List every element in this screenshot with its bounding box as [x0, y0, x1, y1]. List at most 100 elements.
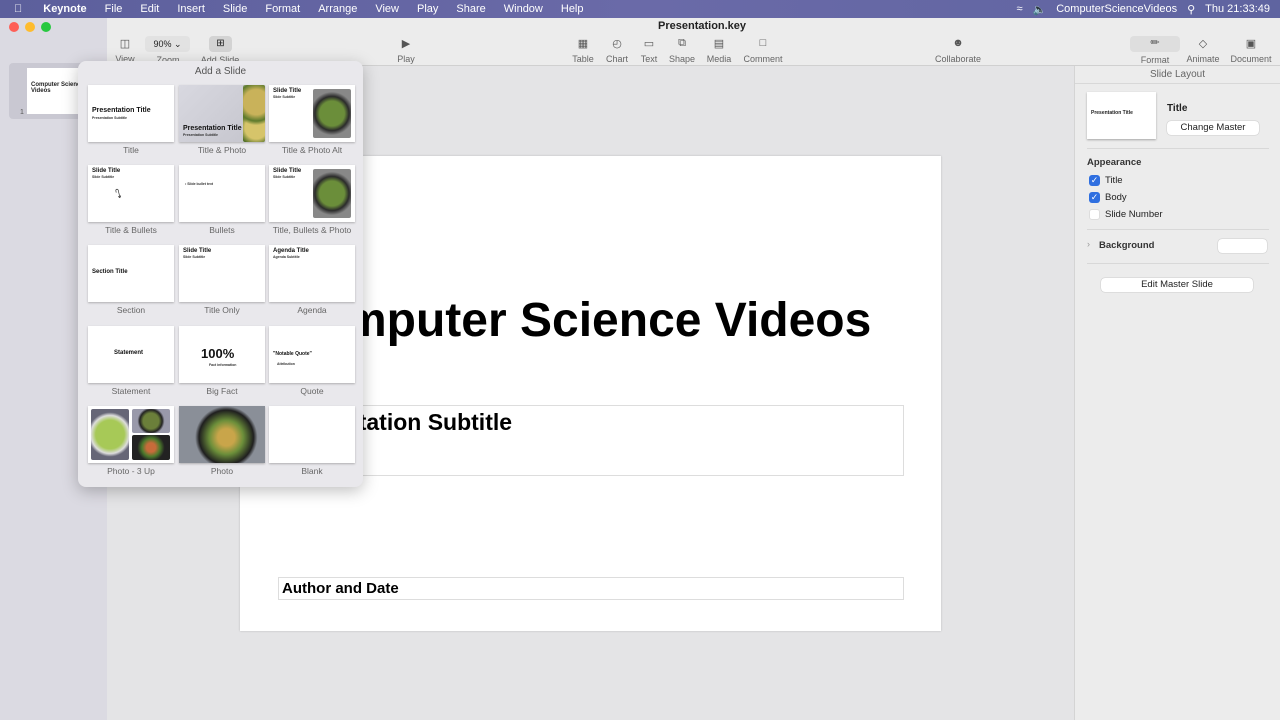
layout-photo[interactable]: Photo — [179, 406, 265, 476]
clock[interactable]: Thu 21:33:49 — [1205, 3, 1270, 15]
media-label: Media — [706, 54, 732, 64]
layout-thumbnail[interactable]: Presentation Title Presentation Subtitle — [179, 85, 265, 142]
document-label: Document — [1230, 54, 1272, 64]
menu-help[interactable]: Help — [552, 3, 593, 15]
layout-title-bullets[interactable]: Slide Title Slide Subtitle Title & Bullets — [88, 165, 174, 235]
menu-app[interactable]: Keynote — [31, 3, 95, 15]
layout-thumb-title: Presentation Title — [92, 107, 151, 114]
slide-author-date[interactable]: Author and Date — [278, 577, 904, 600]
edit-master-slide-button[interactable]: Edit Master Slide — [1101, 278, 1253, 292]
volume-icon[interactable]: 🔈 — [1033, 3, 1047, 16]
layout-label: Title & Bullets — [105, 225, 157, 235]
menu-share[interactable]: Share — [447, 3, 494, 15]
image-icon: ▤ — [713, 38, 725, 50]
divider — [1087, 229, 1269, 230]
menu-view[interactable]: View — [366, 3, 408, 15]
layout-thumbnail[interactable]: • Slide bullet text — [179, 165, 265, 222]
layout-statement[interactable]: Statement Statement — [88, 326, 174, 396]
menu-play[interactable]: Play — [408, 3, 447, 15]
collaborate-label: Collaborate — [934, 54, 982, 64]
layout-agenda[interactable]: Agenda Title Agenda Subtitle Agenda — [269, 245, 355, 315]
diamond-icon: ◇ — [1198, 38, 1208, 50]
close-button[interactable] — [9, 22, 19, 32]
layout-thumb-subtitle: Slide Subtitle — [273, 175, 296, 179]
layout-thumb-title: Slide Title — [273, 88, 302, 94]
layout-section[interactable]: Section Title Section — [88, 245, 174, 315]
document-title: Presentation.key — [658, 20, 747, 32]
layout-thumbnail[interactable]: 100% Fact information — [179, 326, 265, 383]
collaborate-button[interactable]: ☻ Collaborate — [928, 37, 988, 64]
layout-thumbnail[interactable]: Presentation Title Presentation Subtitle — [88, 85, 174, 142]
body-checkbox[interactable]: ✓ — [1089, 192, 1100, 203]
background-label[interactable]: Background — [1099, 240, 1154, 251]
menu-arrange[interactable]: Arrange — [309, 3, 366, 15]
layout-photo-3-up[interactable]: Photo - 3 Up — [88, 406, 174, 476]
layout-title-photo[interactable]: Presentation Title Presentation Subtitle T… — [179, 85, 265, 155]
layout-big-fact[interactable]: 100% Fact information Big Fact — [179, 326, 265, 396]
layout-quote[interactable]: "Notable Quote" Attribution Quote — [269, 326, 355, 396]
layout-thumbnail[interactable]: Slide Title Slide Subtitle — [179, 245, 265, 302]
layout-label: Quote — [300, 386, 324, 396]
layout-thumbnail[interactable]: Slide Title Slide Subtitle — [88, 165, 174, 222]
food-photo — [132, 435, 170, 460]
layout-title-only[interactable]: Slide Title Slide Subtitle Title Only — [179, 245, 265, 315]
search-icon[interactable]: ⚲ — [1187, 3, 1195, 16]
layout-title[interactable]: Presentation Title Presentation Subtitle T… — [88, 85, 174, 155]
food-photo — [91, 409, 129, 460]
chevron-right-icon[interactable]: › — [1087, 239, 1090, 249]
layout-title-photo-alt[interactable]: Slide Title Slide Subtitle Title & Photo A… — [269, 85, 355, 155]
background-color-well[interactable] — [1218, 239, 1267, 253]
master-thumb-title: Presentation Title — [1091, 110, 1133, 116]
change-master-button[interactable]: Change Master — [1167, 121, 1259, 135]
layout-thumbnail[interactable]: "Notable Quote" Attribution — [269, 326, 355, 383]
menu-window[interactable]: Window — [495, 3, 552, 15]
play-button[interactable]: ▶ Play — [381, 37, 431, 64]
format-button[interactable]: ✏ — [1130, 36, 1180, 52]
slide-subtitle[interactable]: Presentation Subtitle — [278, 405, 904, 476]
layout-thumb-subtitle: Slide Subtitle — [183, 255, 206, 259]
add-slide-button[interactable]: ⊞ — [209, 36, 232, 52]
collaborate-icon: ☻ — [952, 37, 964, 49]
layout-thumbnail[interactable]: Slide Title Slide Subtitle — [269, 165, 355, 222]
layout-thumbnail[interactable]: Statement — [88, 326, 174, 383]
zoom-select[interactable]: 90% ⌄ — [145, 36, 190, 52]
comment-button[interactable]: □ Comment — [738, 37, 788, 64]
layout-thumb-title: Slide Title — [183, 248, 212, 254]
layout-thumb-subtitle: Fact information — [209, 363, 237, 367]
layout-thumbnail[interactable] — [269, 406, 355, 463]
layout-bullets[interactable]: • Slide bullet text Bullets — [179, 165, 265, 235]
zoom-window-button[interactable] — [41, 22, 51, 32]
slide-title[interactable]: Computer Science Videos — [280, 296, 900, 346]
popover-title: Add a Slide — [194, 66, 247, 77]
plus-square-icon: ⊞ — [216, 38, 225, 49]
mouse-cursor: ⭛ — [115, 187, 122, 201]
menu-format[interactable]: Format — [256, 3, 309, 15]
layout-thumbnail[interactable]: Section Title — [88, 245, 174, 302]
comment-icon: □ — [759, 37, 767, 49]
layout-thumb-subtitle: Slide Subtitle — [92, 175, 115, 179]
layout-thumb-title: 100% — [201, 346, 235, 361]
media-button[interactable]: ▤ Media — [694, 37, 744, 64]
title-checkbox[interactable]: ✓ — [1089, 175, 1100, 186]
animate-button[interactable]: ◇ Animate — [1178, 37, 1228, 64]
document-button[interactable]: ▣ Document — [1226, 37, 1276, 64]
layout-label: Bullets — [209, 225, 235, 235]
apple-icon[interactable]:  — [0, 3, 31, 15]
wifi-icon[interactable]: ≈ — [1016, 3, 1022, 15]
menu-user[interactable]: ComputerScienceVideos — [1056, 3, 1177, 15]
layout-thumbnail[interactable] — [179, 406, 265, 463]
layout-thumbnail[interactable]: Slide Title Slide Subtitle — [269, 85, 355, 142]
slide-number-checkbox[interactable] — [1089, 209, 1100, 220]
layout-blank[interactable]: Blank — [269, 406, 355, 476]
layout-thumbnail[interactable] — [88, 406, 174, 463]
menu-edit[interactable]: Edit — [131, 3, 168, 15]
menu-file[interactable]: File — [96, 3, 132, 15]
layout-label: Blank — [301, 466, 323, 476]
layout-label: Photo - 3 Up — [107, 466, 155, 476]
menu-insert[interactable]: Insert — [168, 3, 214, 15]
layout-thumbnail[interactable]: Agenda Title Agenda Subtitle — [269, 245, 355, 302]
minimize-button[interactable] — [25, 22, 35, 32]
layout-thumb-subtitle: Presentation Subtitle — [92, 116, 128, 120]
layout-title-bullets-photo[interactable]: Slide Title Slide Subtitle Title, Bullets … — [269, 165, 355, 235]
menu-slide[interactable]: Slide — [214, 3, 256, 15]
